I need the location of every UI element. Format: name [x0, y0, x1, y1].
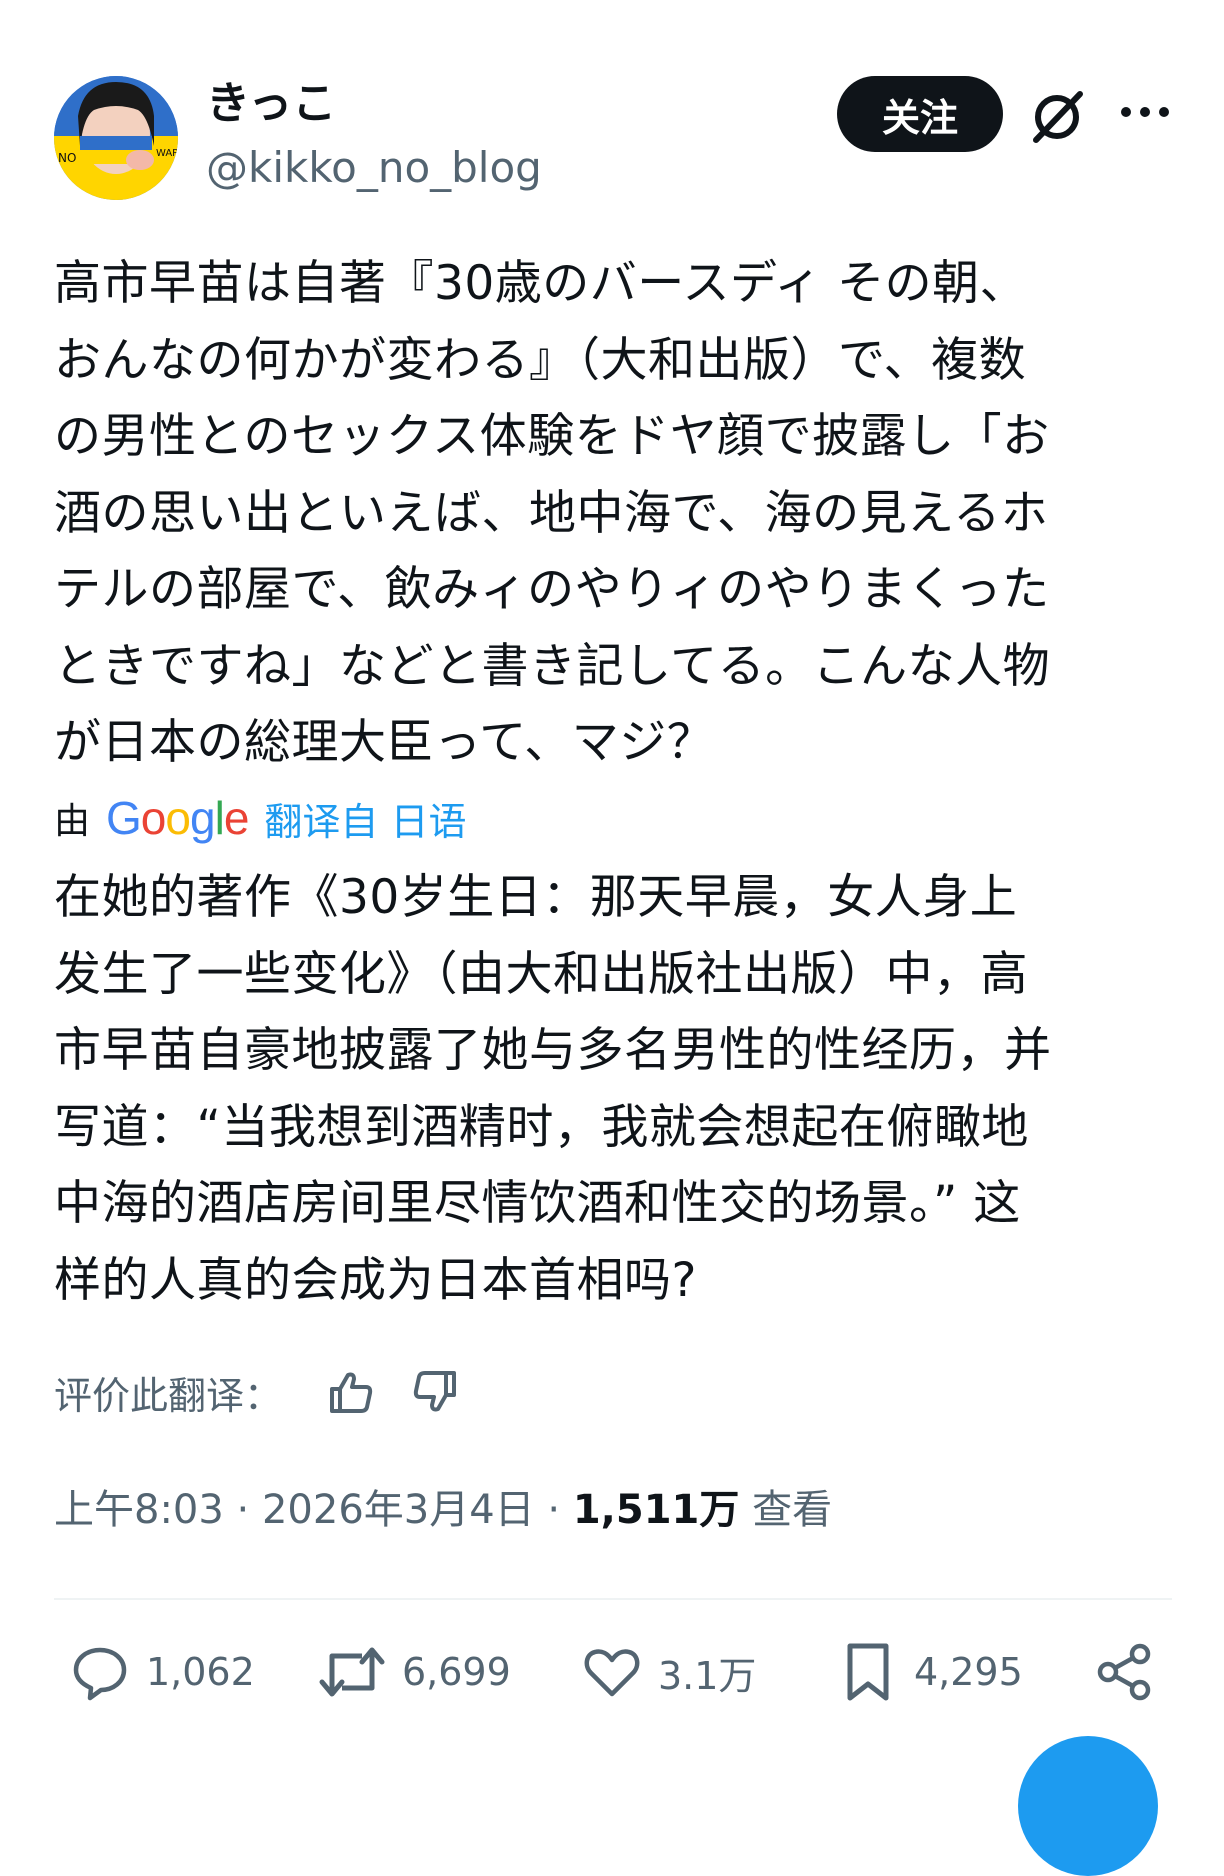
like-count: 3.1万 [658, 1653, 757, 1698]
rate-translation-row: 评价此翻译： [54, 1362, 494, 1422]
google-logo: Google [106, 792, 249, 844]
tweet-date[interactable]: 2026年3月4日 [262, 1487, 535, 1533]
follow-button[interactable]: 关注 [837, 76, 1003, 152]
thumbs-down-icon[interactable] [410, 1367, 460, 1417]
reply-count: 1,062 [146, 1650, 255, 1694]
tweet-text: 高市早苗は自著『30歳のバースディ その朝、 おんなの何かが変わる』（大和出版）… [54, 256, 1051, 770]
compose-fab[interactable] [1018, 1736, 1158, 1876]
more-horizontal-icon[interactable] [1118, 92, 1172, 132]
grok-slash-icon [1033, 91, 1083, 143]
tweet-meta: 上午8:03 · 2026年3月4日 · 1,511万 查看 [54, 1482, 832, 1538]
reply-icon [73, 1647, 127, 1701]
views-label: 查看 [739, 1487, 833, 1533]
translated-by-label: 由 [54, 801, 91, 842]
svg-text:NO: NO [58, 151, 76, 165]
divider [54, 1598, 1172, 1600]
avatar[interactable]: NO WAR [54, 76, 178, 200]
svg-text:WAR: WAR [156, 148, 178, 159]
heart-icon [584, 1649, 640, 1697]
translated-by-row: 由 Google 翻译自 日语 [54, 790, 467, 846]
translated-from-link[interactable]: 翻译自 日语 [264, 791, 466, 846]
repost-button[interactable]: 6,699 [318, 1640, 511, 1704]
share-icon [1097, 1643, 1151, 1701]
bookmark-icon [847, 1643, 889, 1701]
rate-translation-label: 评价此翻译： [54, 1373, 283, 1418]
bookmark-count: 4,295 [914, 1650, 1023, 1694]
tweet-time[interactable]: 上午8:03 [54, 1487, 224, 1533]
share-button[interactable] [1094, 1640, 1170, 1704]
translated-text: 在她的著作《30岁生日：那天早晨，女人身上 发生了一些变化》（由大和出版社出版）… [54, 870, 1052, 1308]
user-handle[interactable]: @kikko_no_blog [206, 142, 542, 194]
bookmark-button[interactable]: 4,295 [838, 1640, 1023, 1704]
repost-icon [319, 1647, 385, 1697]
views-count: 1,511万 [572, 1487, 740, 1533]
grok-icon[interactable] [1026, 86, 1088, 148]
repost-count: 6,699 [402, 1650, 511, 1694]
reply-button[interactable]: 1,062 [70, 1640, 255, 1704]
thumbs-up-icon[interactable] [326, 1367, 376, 1417]
like-button[interactable]: 3.1万 [582, 1640, 756, 1704]
avatar-photo-icon: NO WAR [54, 76, 178, 200]
display-name[interactable]: きっこ [206, 76, 336, 132]
meta-separator: · [534, 1487, 573, 1533]
meta-separator: · [223, 1487, 262, 1533]
